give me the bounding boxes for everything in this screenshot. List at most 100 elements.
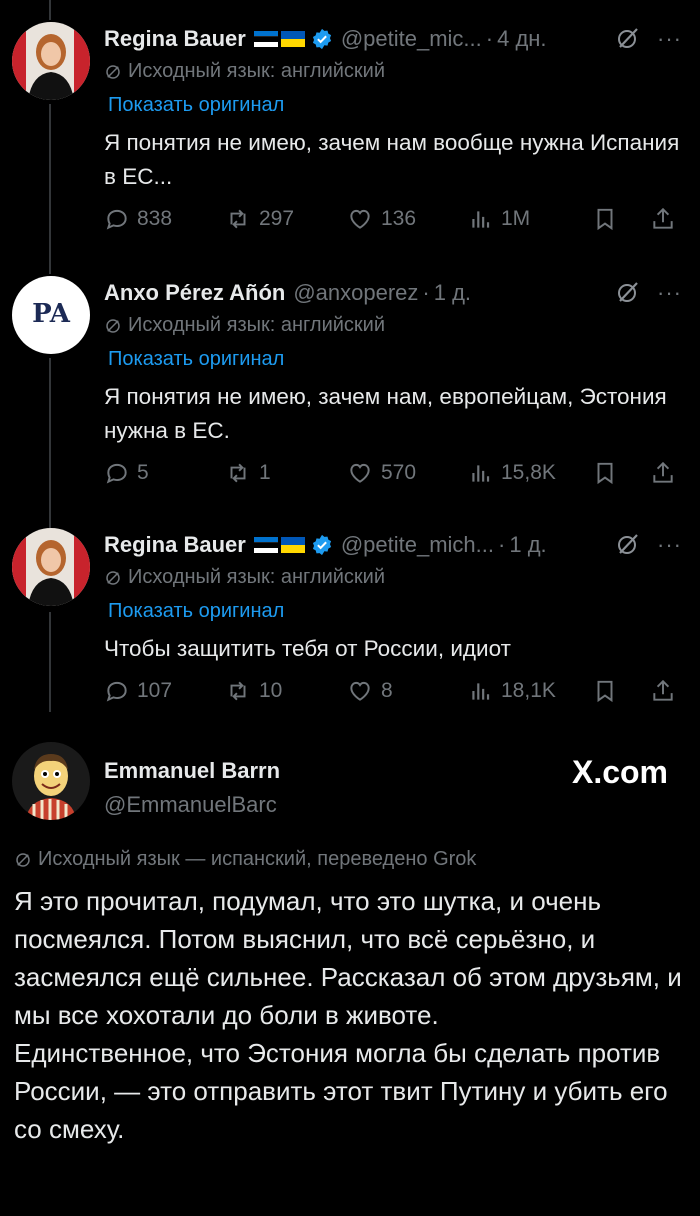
translate-icon [106, 570, 120, 585]
like-icon [350, 463, 370, 483]
like-icon [350, 209, 370, 229]
repost-count: 1 [259, 461, 271, 484]
source-language: Исходный язык: английский [104, 566, 385, 589]
author-handle[interactable]: @anxoperez [293, 280, 418, 306]
avatar[interactable] [12, 528, 90, 606]
action-bar: 5 1 570 15,8K [104, 458, 684, 488]
avatar[interactable] [12, 22, 90, 100]
bookmark-icon [597, 680, 613, 703]
repost-count: 10 [259, 679, 283, 702]
show-original-link[interactable]: Показать оригинал [108, 348, 284, 371]
tweet-header: Regina Bauer @petite_mic... · 4 дн. [104, 22, 547, 56]
featured-text: Я это прочитал, подумал, что это шутка, … [14, 882, 686, 1148]
like-count: 570 [381, 461, 417, 484]
reply-count: 838 [137, 207, 173, 230]
show-original-link[interactable]: Показать оригинал [108, 600, 284, 623]
show-original-link[interactable]: Показать оригинал [108, 94, 284, 117]
share-button[interactable] [650, 458, 676, 488]
verified-icon [311, 28, 333, 50]
grok-icon[interactable] [616, 532, 640, 561]
source-language: Исходный язык — испанский, переведено Gr… [14, 848, 476, 871]
share-icon [653, 461, 673, 483]
views-icon [472, 465, 490, 482]
repost-button[interactable]: 10 [224, 676, 282, 706]
verified-icon [311, 534, 333, 556]
featured-tweet[interactable]: Emmanuel Barrn @EmmanuelBarc X.com Исход… [0, 742, 700, 1216]
author-name[interactable]: Regina Bauer [104, 532, 246, 558]
paragraph: Я это прочитал, подумал, что это шутка, … [14, 886, 682, 1030]
like-button[interactable]: 8 [346, 676, 393, 706]
author-handle[interactable]: @EmmanuelBarc [104, 792, 277, 818]
source-language-text: Исходный язык: английский [128, 566, 386, 588]
author-handle[interactable]: @petite_mich... [341, 532, 494, 558]
tweet-text: Чтобы защитить тебя от России, идиот [104, 636, 511, 661]
timestamp[interactable]: 1 д. [509, 532, 546, 558]
grok-icon[interactable] [616, 280, 640, 309]
like-button[interactable]: 136 [346, 204, 416, 234]
repost-count: 297 [259, 207, 295, 230]
author-name[interactable]: Emmanuel Barrn [104, 758, 280, 784]
source-language: Исходный язык: английский [104, 314, 385, 337]
xcom-watermark: X.com [571, 754, 668, 790]
repost-icon [230, 463, 246, 483]
reply-button[interactable]: 107 [104, 676, 172, 706]
bookmark-button[interactable] [592, 204, 618, 234]
reply-count: 5 [137, 461, 149, 484]
views-button[interactable]: 15,8K [468, 458, 556, 488]
bookmark-button[interactable] [592, 458, 618, 488]
avatar[interactable] [12, 742, 90, 820]
repost-button[interactable]: 1 [224, 458, 271, 488]
translate-icon [106, 64, 120, 79]
svg-text:PA: PA [32, 299, 71, 329]
separator-dot: · [422, 280, 430, 305]
flag-icons [253, 537, 305, 553]
like-count: 136 [381, 207, 417, 230]
reply-button[interactable]: 5 [104, 458, 149, 488]
avatar[interactable]: PA [12, 276, 90, 354]
reply-button[interactable]: 838 [104, 204, 172, 234]
views-count: 18,1K [501, 679, 556, 702]
timestamp[interactable]: 1 д. [434, 280, 471, 306]
share-icon [653, 207, 673, 229]
thread-line [49, 0, 51, 20]
author-name[interactable]: Regina Bauer [104, 26, 246, 52]
grok-icon[interactable] [616, 26, 640, 55]
share-button[interactable] [650, 204, 676, 234]
share-button[interactable] [650, 676, 676, 706]
estonia-flag-icon [253, 537, 278, 553]
reply-icon [106, 681, 127, 702]
separator-dot: · [485, 26, 494, 51]
tweet-header: Regina Bauer @petite_mich... · 1 д. [104, 528, 547, 562]
bookmark-icon [597, 208, 613, 231]
repost-button[interactable]: 297 [224, 204, 294, 234]
source-language-text: Исходный язык — испанский, переведено Gr… [38, 848, 477, 870]
timestamp[interactable]: 4 дн. [497, 26, 546, 52]
views-count: 1M [501, 207, 531, 230]
translate-icon [106, 318, 120, 333]
views-button[interactable]: 18,1K [468, 676, 556, 706]
tweet[interactable]: Regina Bauer @petite_mich... · 1 д. ··· … [0, 528, 700, 718]
source-language-text: Исходный язык: английский [128, 314, 386, 336]
action-bar: 838 297 136 1M [104, 204, 684, 234]
views-icon [472, 683, 490, 700]
more-icon[interactable]: ··· [657, 532, 682, 558]
more-icon[interactable]: ··· [657, 280, 682, 306]
reply-icon [106, 209, 127, 230]
author-handle[interactable]: @petite_mic... [341, 26, 482, 52]
tweet-text: Я понятия не имею, зачем нам вообще нужн… [104, 130, 680, 189]
like-count: 8 [381, 679, 393, 702]
tweet-text: Я понятия не имею, зачем нам, европейцам… [104, 384, 667, 443]
tweet[interactable]: Regina Bauer @petite_mic... · 4 дн. ··· … [0, 22, 700, 252]
translate-icon [16, 852, 30, 867]
bookmark-icon [597, 462, 613, 485]
views-button[interactable]: 1M [468, 204, 530, 234]
views-count: 15,8K [501, 461, 556, 484]
share-icon [653, 679, 673, 701]
tweet[interactable]: PA Anxo Pérez Añón @anxoperez · 1 д. ···… [0, 276, 700, 506]
ukraine-flag-icon [280, 31, 305, 47]
author-name[interactable]: Anxo Pérez Añón [104, 280, 285, 306]
bookmark-button[interactable] [592, 676, 618, 706]
more-icon[interactable]: ··· [657, 26, 682, 52]
like-button[interactable]: 570 [346, 458, 416, 488]
paragraph: Единственное, что Эстония могла бы сдела… [14, 1038, 668, 1144]
